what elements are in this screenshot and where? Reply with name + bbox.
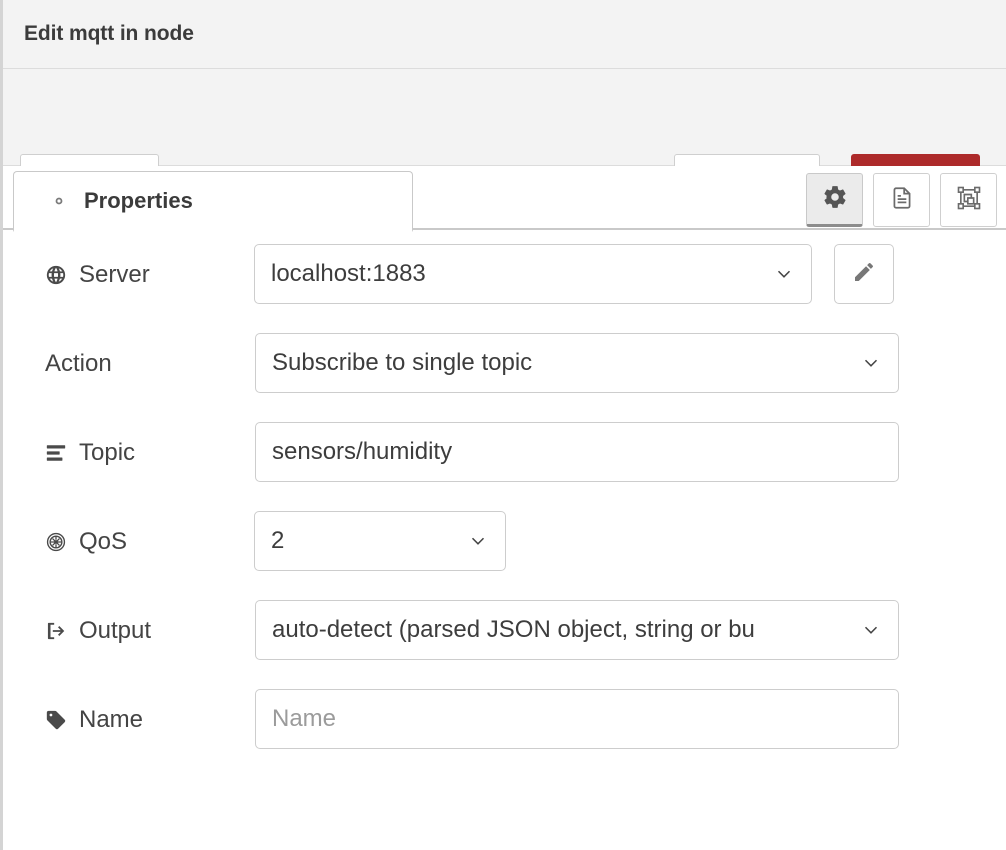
- appearance-view-button[interactable]: [940, 173, 997, 227]
- topic-value: sensors/humidity: [272, 438, 453, 465]
- server-label-text: Server: [79, 260, 150, 288]
- tag-icon: [45, 709, 70, 731]
- chevron-down-icon: [467, 530, 489, 552]
- edit-server-button[interactable]: [834, 244, 894, 304]
- qos-value: 2: [271, 527, 285, 554]
- chevron-down-icon: [773, 263, 795, 285]
- empire-icon: [45, 531, 70, 553]
- server-label: Server: [45, 261, 150, 289]
- view-mode-buttons: [806, 173, 997, 227]
- output-select[interactable]: auto-detect (parsed JSON object, string …: [255, 600, 899, 660]
- server-value: localhost:1883: [271, 260, 426, 287]
- globe-icon: [45, 264, 70, 286]
- tab-bar: Properties: [3, 166, 1006, 232]
- dialog-titlebar: Edit mqtt in node: [3, 0, 1006, 69]
- output-label-text: Output: [79, 616, 152, 644]
- output-label: Output: [45, 617, 151, 645]
- topic-input[interactable]: sensors/humidity: [255, 422, 899, 482]
- qos-label-text: QoS: [79, 527, 128, 555]
- name-label-text: Name: [79, 705, 144, 733]
- properties-form: Server localhost:1883 Action Subscribe t…: [3, 230, 1006, 764]
- tasks-icon: [45, 442, 70, 464]
- properties-view-button[interactable]: [806, 173, 863, 227]
- edit-node-dialog: Edit mqtt in node Delete Cancel Done Pro…: [0, 0, 1006, 850]
- form-row-action: Action Subscribe to single topic: [3, 319, 1006, 408]
- tab-properties[interactable]: Properties: [13, 171, 413, 232]
- page-title: Edit mqtt in node: [24, 22, 194, 45]
- pencil-icon: [852, 260, 876, 289]
- topic-label: Topic: [45, 439, 135, 467]
- chevron-down-icon: [860, 619, 882, 641]
- description-view-button[interactable]: [873, 173, 930, 227]
- form-row-qos: QoS 2: [3, 497, 1006, 586]
- name-placeholder: Name: [272, 705, 337, 732]
- form-row-server: Server localhost:1883: [3, 230, 1006, 319]
- form-row-output: Output auto-detect (parsed JSON object, …: [3, 586, 1006, 675]
- qos-label: QoS: [45, 528, 127, 556]
- dialog-button-bar: Delete Cancel Done: [3, 69, 1006, 222]
- tab-properties-label: Properties: [84, 188, 193, 213]
- form-row-name: Name Name: [3, 675, 1006, 764]
- server-select[interactable]: localhost:1883: [254, 244, 812, 304]
- name-label: Name: [45, 706, 143, 734]
- form-row-topic: Topic sensors/humidity: [3, 408, 1006, 497]
- action-value: Subscribe to single topic: [272, 349, 533, 376]
- gear-icon: [822, 184, 848, 215]
- appearance-icon: [955, 184, 983, 217]
- chevron-down-icon: [860, 352, 882, 374]
- output-value: auto-detect (parsed JSON object, string …: [272, 616, 755, 643]
- qos-select[interactable]: 2: [254, 511, 506, 571]
- action-label: Action: [45, 350, 112, 378]
- gear-icon: [47, 189, 71, 213]
- sign-out-icon: [45, 620, 70, 642]
- name-input[interactable]: Name: [255, 689, 899, 749]
- document-icon: [889, 185, 915, 216]
- action-label-text: Action: [45, 349, 112, 377]
- action-select[interactable]: Subscribe to single topic: [255, 333, 899, 393]
- topic-label-text: Topic: [79, 438, 136, 466]
